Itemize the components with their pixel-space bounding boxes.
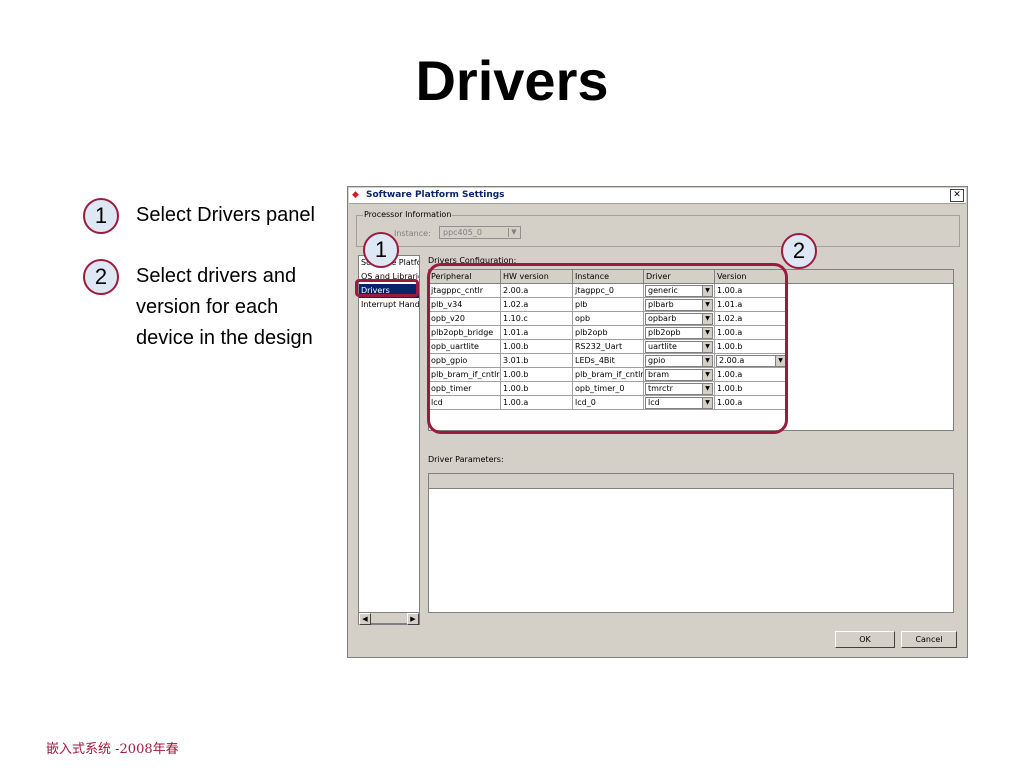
dialog-titlebar[interactable]: ◆ Software Platform Settings ✕: [349, 188, 966, 204]
driver-params-header: [429, 474, 953, 489]
step-2-line: device in the design: [136, 327, 313, 349]
processor-info-label: Processor Information: [363, 210, 453, 219]
step-2-badge: 2: [83, 259, 119, 295]
slide-title: Drivers: [415, 49, 609, 112]
settings-nav-list: Software Platform OS and Libraries Drive…: [358, 255, 420, 625]
step-1-badge: 1: [83, 198, 119, 234]
instance-value: ppc405_0: [443, 228, 482, 237]
scroll-right-icon[interactable]: ▶: [407, 613, 419, 625]
footer-text: 嵌入式系统 -2008年春: [46, 742, 179, 757]
driver-params-label: Driver Parameters:: [428, 455, 504, 464]
driver-params-table: [428, 473, 954, 613]
step-2-line: version for each: [136, 296, 279, 318]
instance-label: Instance:: [394, 229, 431, 238]
drivers-panel-highlight: [355, 279, 419, 297]
step-1-text: Select Drivers panel: [136, 200, 315, 231]
nav-horizontal-scrollbar[interactable]: ◀ ▶: [358, 612, 420, 625]
callout-2-badge: 2: [781, 233, 817, 269]
dialog-title: Software Platform Settings: [366, 190, 505, 200]
drivers-config-highlight: [427, 263, 788, 434]
step-1-line: Select Drivers panel: [136, 204, 315, 226]
xps-app-icon: ◆: [352, 190, 359, 200]
step-2-text: Select drivers and version for each devi…: [136, 261, 313, 354]
instance-select[interactable]: ppc405_0 ▼: [439, 226, 521, 239]
callout-1-badge: 1: [363, 232, 399, 268]
nav-item-interrupt-handlers[interactable]: Interrupt Handlers: [359, 298, 419, 312]
step-2-line: Select drivers and: [136, 265, 297, 287]
cancel-button[interactable]: Cancel: [901, 631, 957, 648]
ok-button[interactable]: OK: [835, 631, 895, 648]
close-icon[interactable]: ✕: [950, 189, 964, 202]
scroll-left-icon[interactable]: ◀: [359, 613, 371, 625]
chevron-down-icon[interactable]: ▼: [508, 228, 519, 237]
